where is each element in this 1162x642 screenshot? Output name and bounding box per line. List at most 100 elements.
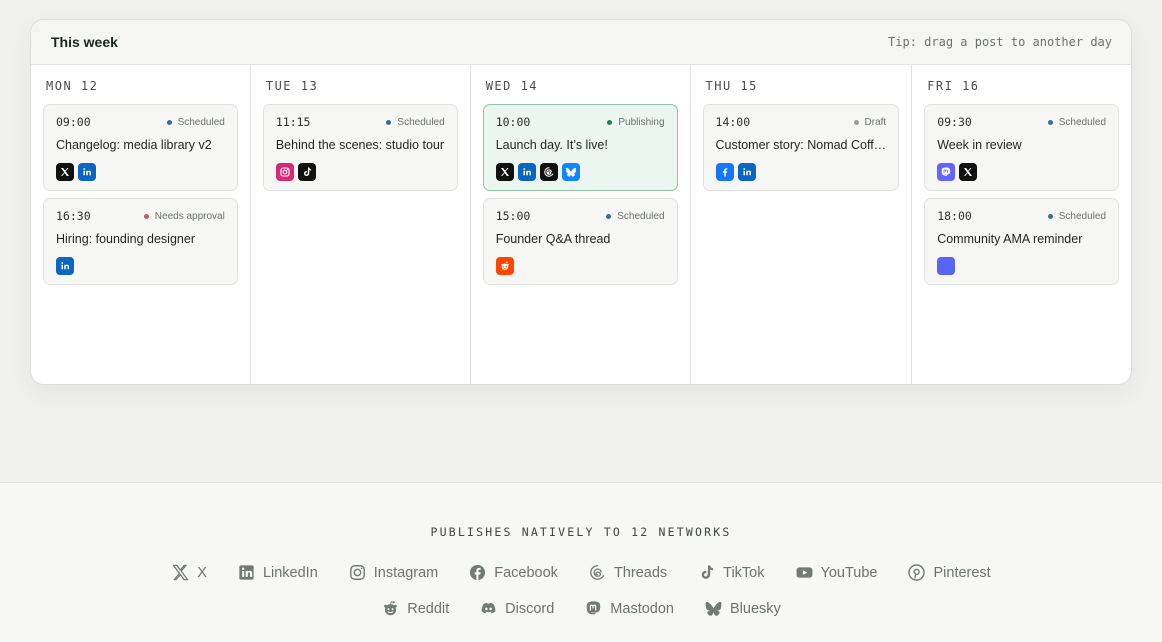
post-card-header: 09:30 Scheduled [937,115,1106,129]
status-dot [1047,213,1053,219]
status-badge: Needs approval [143,211,225,222]
post-card-header: 14:00 Draft [716,115,887,129]
bluesky-icon [561,163,580,181]
network-tiktok: TikTok [697,563,765,582]
network-bluesky: Bluesky [704,599,781,618]
post-card-header: 09:00 Scheduled [56,115,225,129]
post-time: 10:00 [495,115,531,129]
post-networks [715,163,887,181]
status-dot [853,119,859,125]
post-networks [937,257,1106,275]
instagram-icon [348,563,374,582]
post-time: 09:30 [937,115,972,129]
threads-icon [588,563,614,582]
linkedin-icon [78,163,96,181]
post-card[interactable]: 09:00 Scheduled Changelog: media library v… [43,104,238,191]
post-time: 16:30 [56,209,91,223]
status-badge: Scheduled [166,117,225,128]
linkedin-icon [737,163,756,181]
network-discord: Discord [479,599,554,618]
footer-title: PUBLISHES NATIVELY TO 12 NETWORKS [430,525,732,539]
post-card-header: 11:15 Scheduled [276,115,445,129]
status-badge: Scheduled [606,211,665,222]
status-badge: Publishing [607,117,665,128]
linkedin-icon [517,163,536,181]
facebook-icon [715,163,734,181]
status-dot [386,119,392,125]
post-networks [275,163,445,181]
network-instagram: Instagram [348,563,438,582]
post-card[interactable]: 11:15 Scheduled Behind the scenes: studio … [262,104,458,191]
post-card-header: 15:00 Scheduled [496,209,665,223]
post-card-header: 10:00 Publishing [496,115,665,129]
status-label: Scheduled [1058,116,1107,128]
status-badge: Scheduled [386,116,445,128]
day-column: WED 14 10:00 Publishing Launch day. It’s li… [471,65,691,384]
x-icon [959,163,978,181]
day-column: THU 15 14:00 Draft Customer story: Nomad Co… [691,65,913,384]
post-title: Community AMA reminder [937,232,1083,246]
day-label: FRI 16 [927,79,980,93]
post-card-header: 16:30 Needs approval [56,209,225,223]
status-badge: Scheduled [1047,210,1107,222]
post-networks [495,163,665,181]
linkedin-icon [237,563,263,582]
network-label: Reddit [407,600,450,617]
post-title: Launch day. It’s live! [495,138,608,152]
post-networks [937,163,1106,181]
post-time: 15:00 [495,209,531,223]
networks-footer: PUBLISHES NATIVELY TO 12 NETWORKS X Linke… [0,482,1162,642]
youtube-icon [795,563,821,582]
pinterest-icon [907,563,933,582]
network-label: Bluesky [729,600,781,617]
day-label: WED 14 [485,79,539,93]
network-label: YouTube [820,564,878,581]
status-dot [607,119,613,125]
network-label: LinkedIn [262,564,318,581]
status-label: Scheduled [1058,210,1107,222]
post-card[interactable]: 09:30 Scheduled Week in review [924,104,1120,191]
x-icon [171,563,197,582]
post-card[interactable]: 16:30 Needs approval Hiring: founding desi… [43,198,238,285]
status-label: Draft [864,116,887,128]
instagram-icon [275,163,294,181]
post-card[interactable]: 18:00 Scheduled Community AMA reminder [924,198,1120,285]
post-card[interactable]: 14:00 Draft Customer story: Nomad Coff… [702,104,900,191]
calendar-header: This week Tip: drag a post to another da… [31,20,1131,65]
network-label: Threads [613,564,668,581]
day-column: MON 12 09:00 Scheduled Changelog: media lib… [31,65,251,384]
network-pinterest: Pinterest [907,563,991,582]
days-grid: MON 12 09:00 Scheduled Changelog: media lib… [31,65,1131,384]
reddit-icon [495,257,514,275]
networks-row-1: X LinkedIn Instagram Facebook Threads TikTok Y… [0,563,1162,582]
post-time: 09:00 [56,115,91,129]
mastodon-icon [937,163,956,181]
x-icon [495,163,514,181]
day-label: TUE 13 [265,79,319,93]
post-card[interactable]: 10:00 Publishing Launch day. It’s live! [482,104,678,191]
week-calendar: This week Tip: drag a post to another da… [30,19,1132,385]
status-badge: Draft [853,116,887,128]
day-column: FRI 16 09:30 Scheduled Week in review 18:00 S… [912,65,1131,384]
status-label: Scheduled [397,116,445,128]
reddit-icon [381,599,407,618]
network-label: Facebook [494,564,558,581]
network-label: TikTok [723,564,765,581]
post-networks [56,163,225,181]
day-label: THU 15 [705,79,758,93]
post-card[interactable]: 15:00 Scheduled Founder Q&A thread [482,198,678,285]
network-facebook: Facebook [468,563,558,582]
network-label: Pinterest [933,564,991,581]
network-youtube: YouTube [795,563,878,582]
x-icon [56,163,74,181]
post-title: Customer story: Nomad Coff… [715,138,887,152]
post-time: 14:00 [715,115,751,129]
status-badge: Scheduled [1047,116,1107,128]
calendar-title: This week [51,34,118,50]
status-dot [143,213,149,219]
post-title: Behind the scenes: studio tour [275,138,445,152]
tiktok-icon [697,563,723,582]
post-networks [56,257,225,275]
tiktok-icon [297,163,316,181]
post-title: Founder Q&A thread [495,232,611,246]
